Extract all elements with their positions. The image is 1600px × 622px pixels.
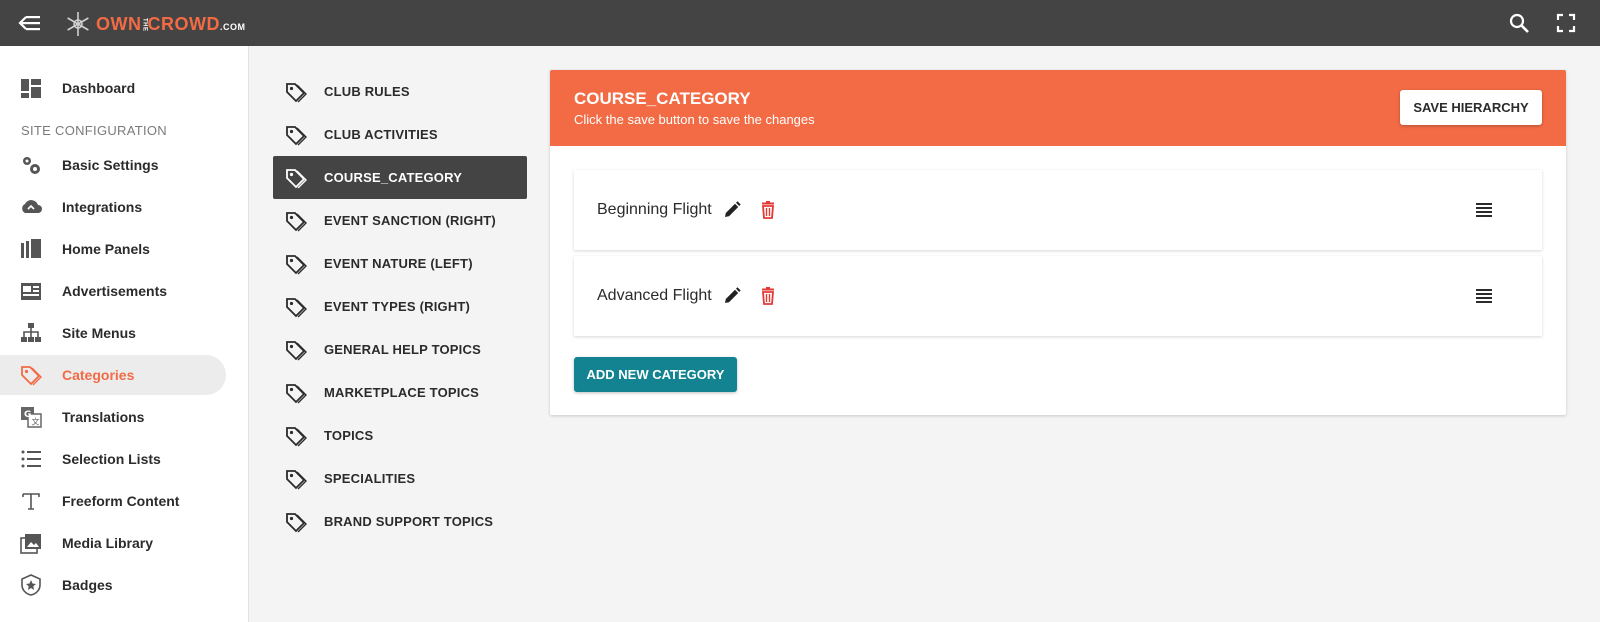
text-icon (22, 493, 40, 510)
dashboard-icon (21, 79, 41, 98)
tag-icon (286, 427, 307, 447)
sidebar-section-header: SITE CONFIGURATION (21, 123, 167, 138)
sidebar-item-home-panels[interactable]: Home Panels (0, 229, 226, 269)
card-subtitle: Click the save button to save the change… (574, 112, 815, 127)
edit-pencil-icon[interactable] (722, 200, 742, 220)
sidebar-item-label: Site Menus (62, 325, 136, 341)
drag-handle-icon[interactable] (1474, 286, 1494, 306)
card-title: COURSE_CATEGORY (574, 89, 751, 108)
category-type-brand-support-topics[interactable]: BRAND SUPPORT TOPICS (273, 500, 527, 543)
brand-wordmark: OWNTHECROWD.COM (96, 13, 246, 34)
tag-icon (286, 470, 307, 490)
sidebar-item-label: Translations (62, 409, 145, 425)
category-type-label: CLUB ACTIVITIES (324, 127, 438, 142)
edit-pencil-icon[interactable] (722, 286, 742, 306)
tag-icon (286, 384, 307, 404)
category-row: Beginning Flight (574, 170, 1542, 250)
badge-icon (21, 574, 41, 596)
category-type-event-sanction[interactable]: EVENT SANCTION (RIGHT) (273, 199, 527, 242)
category-type-label: EVENT TYPES (RIGHT) (324, 299, 471, 314)
menu-back-icon[interactable] (18, 12, 42, 34)
sidebar-item-media-library[interactable]: Media Library (0, 523, 226, 563)
category-type-label: BRAND SUPPORT TOPICS (324, 514, 494, 529)
category-type-event-types[interactable]: EVENT TYPES (RIGHT) (273, 285, 527, 328)
advertisement-icon (21, 283, 41, 300)
tag-icon (286, 341, 307, 361)
category-name: Beginning Flight (597, 201, 712, 218)
delete-trash-icon[interactable] (758, 200, 778, 220)
sidebar-item-selection-lists[interactable]: Selection Lists (0, 439, 226, 479)
panels-icon (21, 239, 41, 258)
tag-icon (286, 513, 307, 533)
translate-icon: G 文 (21, 407, 42, 428)
cloud-sync-icon (22, 200, 42, 213)
category-type-label: MARKETPLACE TOPICS (324, 385, 480, 400)
sidebar-item-advertisements[interactable]: Advertisements (0, 271, 226, 311)
save-hierarchy-button[interactable]: SAVE HIERARCHY (1400, 90, 1542, 125)
sidebar-item-label: Selection Lists (62, 451, 161, 467)
gears-icon (23, 157, 40, 174)
sidebar-item-label: Home Panels (62, 241, 150, 257)
sidebar-item-freeform-content[interactable]: Freeform Content (0, 481, 226, 521)
sitemap-icon (21, 323, 41, 342)
sidebar-item-badges[interactable]: Badges (0, 565, 226, 605)
category-type-label: EVENT SANCTION (RIGHT) (324, 213, 496, 228)
category-type-label: SPECIALITIES (324, 471, 416, 486)
sidebar-item-integrations[interactable]: Integrations (0, 187, 226, 227)
category-type-label: COURSE_CATEGORY (324, 170, 463, 185)
sidebar-item-site-menus[interactable]: Site Menus (0, 313, 226, 353)
delete-trash-icon[interactable] (758, 286, 778, 306)
category-type-topics[interactable]: TOPICS (273, 414, 527, 457)
fullscreen-icon[interactable] (1556, 13, 1576, 33)
sidebar-item-dashboard[interactable]: Dashboard (0, 68, 226, 108)
category-type-marketplace-topics[interactable]: MARKETPLACE TOPICS (273, 371, 527, 414)
drag-handle-icon[interactable] (1474, 200, 1494, 220)
category-type-general-help-topics[interactable]: GENERAL HELP TOPICS (273, 328, 527, 371)
sidebar-item-label: Dashboard (62, 80, 136, 96)
category-editor-card: COURSE_CATEGORY Click the save button to… (550, 70, 1566, 415)
sidebar-item-basic-settings[interactable]: Basic Settings (0, 145, 226, 185)
category-type-label: GENERAL HELP TOPICS (324, 342, 481, 357)
svg-text:文: 文 (32, 417, 40, 427)
tag-icon (286, 212, 307, 232)
sidebar-item-label: Advertisements (62, 283, 168, 299)
card-header: COURSE_CATEGORY Click the save button to… (550, 70, 1566, 146)
category-type-label: CLUB RULES (324, 84, 410, 99)
category-type-event-nature[interactable]: EVENT NATURE (LEFT) (273, 242, 527, 285)
brand-logo[interactable]: OWNTHECROWD.COM (64, 10, 246, 38)
sidebar: Dashboard SITE CONFIGURATION Basic Setti… (0, 46, 249, 622)
category-type-specialities[interactable]: SPECIALITIES (273, 457, 527, 500)
category-name: Advanced Flight (597, 287, 712, 304)
add-new-category-button[interactable]: ADD NEW CATEGORY (574, 357, 737, 392)
tag-icon (286, 83, 307, 103)
sidebar-item-label: Badges (62, 577, 113, 593)
tag-icon (286, 126, 307, 146)
snowflake-logo-icon (67, 12, 89, 36)
category-type-course-category[interactable]: COURSE_CATEGORY (273, 156, 527, 199)
category-type-club-activities[interactable]: CLUB ACTIVITIES (273, 113, 527, 156)
category-type-label: TOPICS (324, 428, 374, 443)
tag-icon (286, 255, 307, 275)
svg-text:G: G (24, 410, 31, 420)
sidebar-item-label: Categories (62, 367, 135, 383)
sidebar-item-label: Freeform Content (62, 493, 180, 509)
list-icon (21, 450, 41, 468)
category-row: Advanced Flight (574, 256, 1542, 336)
sidebar-item-label: Basic Settings (62, 157, 159, 173)
category-type-club-rules[interactable]: CLUB RULES (273, 70, 527, 113)
sidebar-item-label: Integrations (62, 199, 143, 215)
sidebar-item-categories[interactable]: Categories (0, 355, 226, 395)
search-icon[interactable] (1508, 12, 1530, 34)
tag-icon (286, 169, 307, 189)
category-type-label: EVENT NATURE (LEFT) (324, 256, 473, 271)
tag-icon (286, 298, 307, 318)
sidebar-item-translations[interactable]: G 文 Translations (0, 397, 226, 437)
top-app-bar: OWNTHECROWD.COM (0, 0, 1600, 46)
media-library-icon (20, 534, 41, 554)
sidebar-item-label: Media Library (62, 535, 154, 551)
tags-icon (21, 366, 42, 386)
